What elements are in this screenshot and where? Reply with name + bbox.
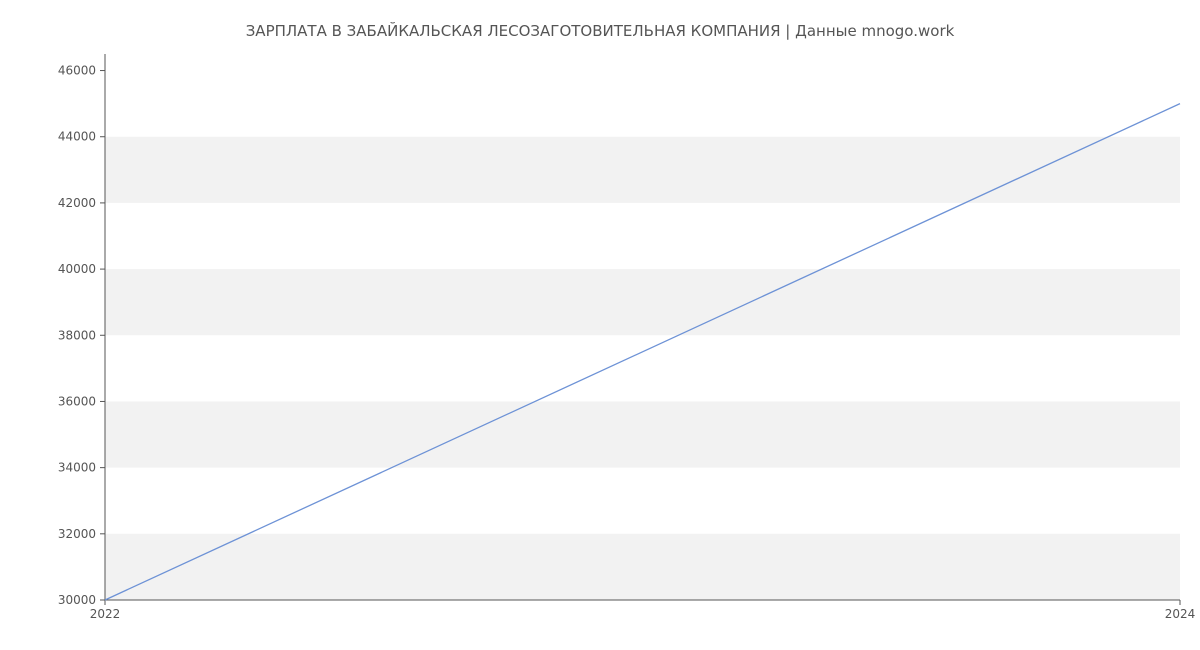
x-tick-label: 2022: [90, 607, 121, 621]
grid-band: [105, 269, 1180, 335]
y-tick-label: 40000: [58, 262, 96, 276]
y-tick-label: 42000: [58, 196, 96, 210]
y-tick-label: 36000: [58, 394, 96, 408]
grid-band: [105, 137, 1180, 203]
grid-band: [105, 401, 1180, 467]
y-tick-label: 32000: [58, 527, 96, 541]
chart-plot: 30000 32000 34000 36000 38000 40000 42000 44000…: [0, 0, 1200, 650]
y-tick-label: 38000: [58, 328, 96, 342]
y-tick-label: 44000: [58, 130, 96, 144]
y-tick-label: 30000: [58, 593, 96, 607]
grid-band: [105, 534, 1180, 600]
y-tick-label: 34000: [58, 461, 96, 475]
x-tick-label: 2024: [1165, 607, 1196, 621]
y-tick-label: 46000: [58, 64, 96, 78]
